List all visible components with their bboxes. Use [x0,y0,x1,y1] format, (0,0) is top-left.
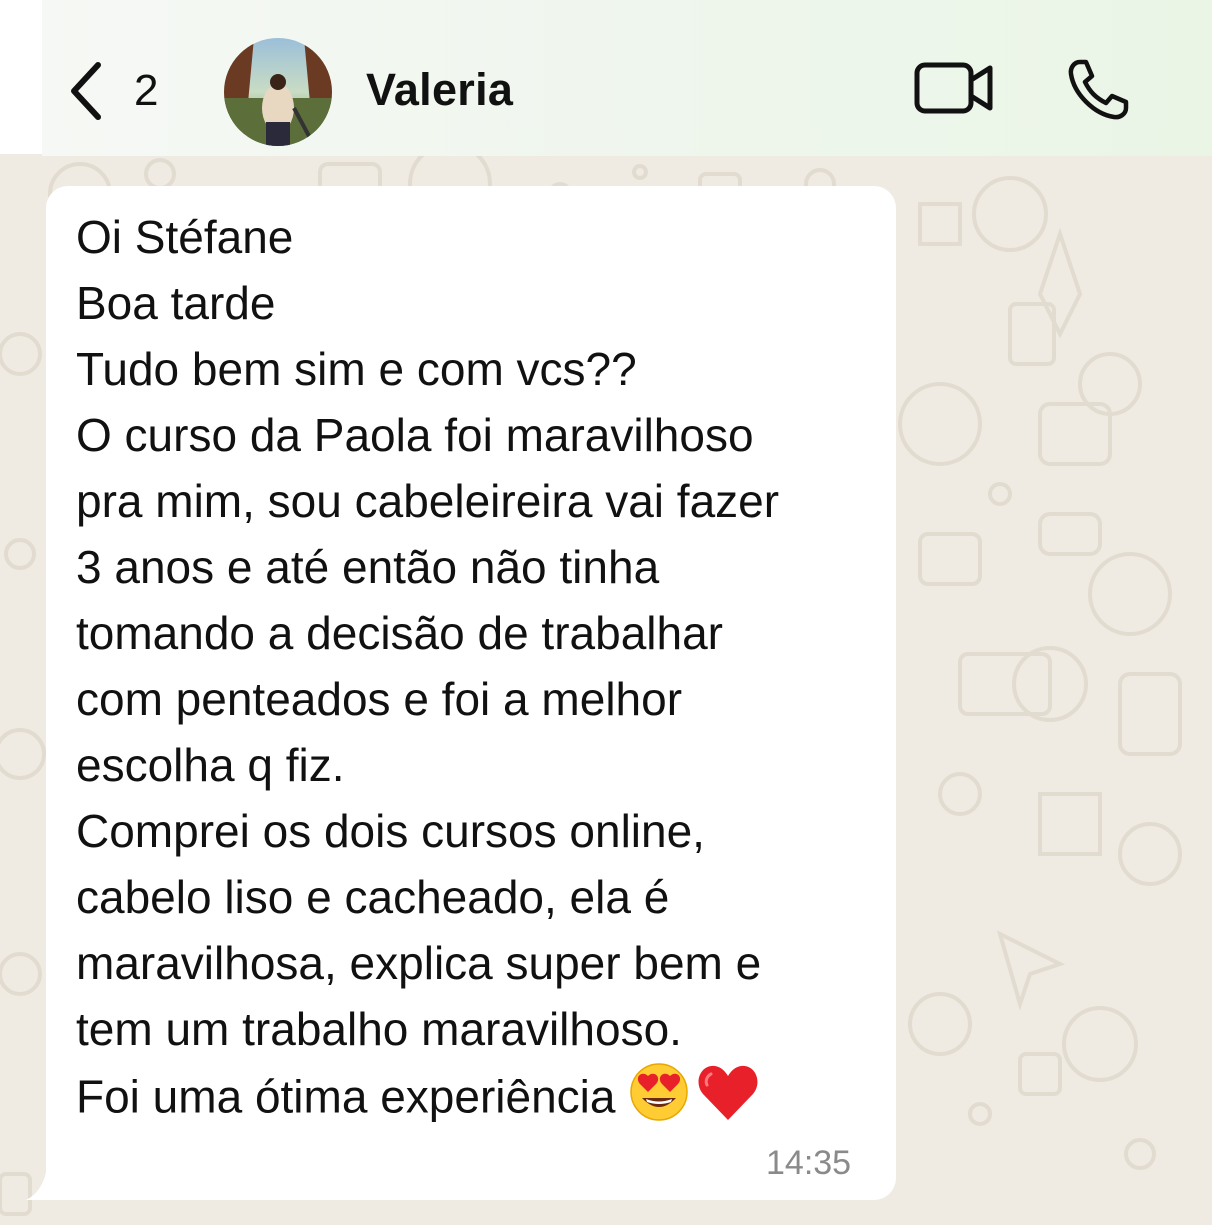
unread-count[interactable]: 2 [134,66,158,116]
message-line: escolha q fiz. [76,739,345,791]
chat-header [42,0,1212,156]
heart-eyes-emoji [629,1062,689,1139]
chat-screen: 2 Valeria Oi Stéfane Boa tarde Tudo bem … [0,0,1212,1225]
message-line: cabelo liso e cacheado, ela é [76,871,670,923]
back-button[interactable]: 2 [68,58,158,124]
message-line: Tudo bem sim e com vcs?? [76,343,637,395]
message-line: Boa tarde [76,277,276,329]
message-line: O curso da Paola foi maravilhoso [76,409,754,461]
phone-call-icon[interactable] [1066,58,1130,127]
message-line: tomando a decisão de trabalhar [76,607,723,659]
message-timestamp: 14:35 [766,1144,852,1182]
contact-name[interactable]: Valeria [366,64,513,116]
message-line: tem um trabalho maravilhoso. [76,1003,682,1055]
chevron-left-icon[interactable] [68,61,104,121]
message-line: pra mim, sou cabeleireira vai fazer [76,475,780,527]
emoji-row [629,1062,767,1139]
message-line: com penteados e foi a melhor [76,673,683,725]
message-line: 3 anos e até então não tinha [76,541,660,593]
message-line: Oi Stéfane [76,211,294,263]
red-heart-emoji [697,1062,759,1139]
message-last-line: Foi uma ótima experiência [76,1062,876,1139]
message-line: Foi uma ótima experiência [76,1070,616,1123]
avatar[interactable] [224,38,332,146]
message-text: Oi Stéfane Boa tarde Tudo bem sim e com … [76,204,876,1139]
message-line: maravilhosa, explica super bem e [76,937,762,989]
video-call-icon[interactable] [914,62,994,119]
message-line: Comprei os dois cursos online, [76,805,705,857]
